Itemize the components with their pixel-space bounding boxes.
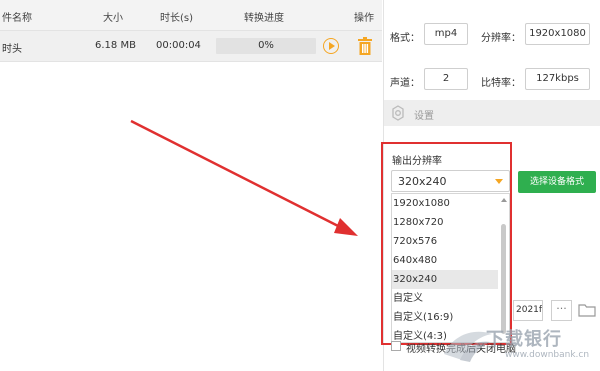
column-header-progress: 转换进度 [244,13,284,24]
channel-field[interactable]: 2 [424,68,468,90]
resolution-field[interactable]: 1920x1080 [525,23,590,45]
more-button[interactable]: ··· [551,300,572,321]
column-header-duration: 时长(s) [160,13,194,24]
column-header-size: 大小 [103,13,123,24]
column-header-actions: 操作 [354,13,374,24]
channel-label: 声道： [390,78,420,89]
file-size: 6.18 MB [95,40,136,51]
select-device-format-button[interactable]: 选择设备格式 [518,171,596,193]
progress-label: 0% [258,40,274,51]
shutdown-checkbox[interactable] [391,341,401,351]
conversion-progress-bar: 0% [216,38,316,54]
resolution-label: 分辨率： [481,33,521,44]
trash-icon[interactable] [357,37,373,55]
bitrate-field[interactable]: 127kbps [525,68,590,90]
output-path-field[interactable]: 2021f [513,300,543,321]
play-icon[interactable] [323,38,339,54]
settings-label: 设置 [414,111,434,122]
file-duration: 00:00:04 [156,40,201,51]
watermark-text: 下载银行 [486,329,562,350]
table-header: 件名称 大小 时长(s) 转换进度 操作 [0,0,382,31]
bitrate-label: 比特率： [481,78,521,89]
gear-icon [392,105,404,121]
watermark-url: www.downbank.cn [505,350,590,360]
annotation-highlight-box [381,142,512,345]
column-header-name: 件名称 [2,13,32,24]
folder-icon[interactable] [578,303,596,317]
format-field[interactable]: mp4 [424,23,468,45]
file-name: 时头 [2,44,22,55]
table-row[interactable]: 时头 6.18 MB 00:00:04 0% [0,31,382,62]
format-label: 格式： [390,33,420,44]
